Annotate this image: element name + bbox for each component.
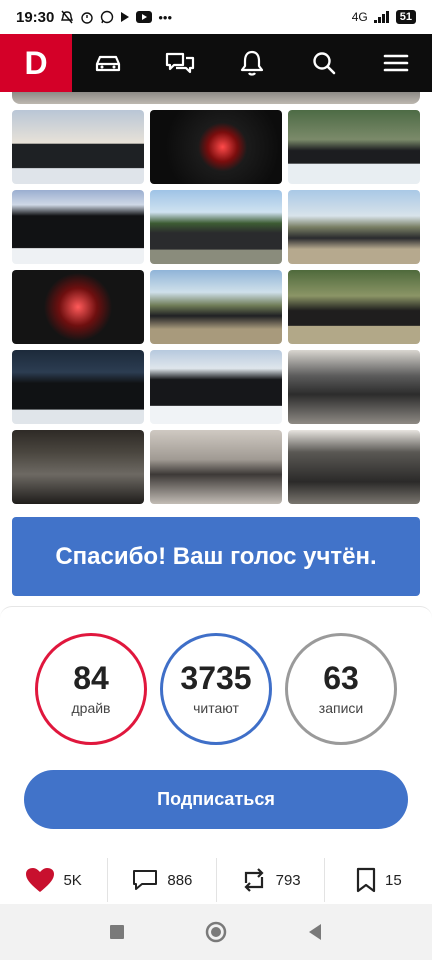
like-button[interactable]: 5K <box>0 858 109 902</box>
likes-count: 5K <box>63 871 82 889</box>
mute-icon <box>61 10 74 24</box>
photo-cargo-area[interactable] <box>288 430 420 504</box>
whatsapp-icon <box>101 10 114 24</box>
status-right: 4G 51 <box>352 10 416 24</box>
stat-readers[interactable]: 3735 читают <box>160 633 272 745</box>
repost-button[interactable]: 793 <box>217 858 325 902</box>
chat-icon <box>165 52 195 74</box>
battery-icon: 51 <box>395 10 416 24</box>
search-icon <box>313 52 336 75</box>
reposts-count: 793 <box>275 871 301 889</box>
nav-search[interactable] <box>288 34 360 92</box>
stat-drive-value: 84 <box>73 660 109 696</box>
photo-dashboard-red[interactable] <box>12 270 144 344</box>
system-navigation-bar <box>0 904 432 960</box>
home-icon[interactable] <box>205 921 227 943</box>
back-icon[interactable] <box>307 923 323 941</box>
top-navigation: D <box>0 34 432 92</box>
cover-photo-edge <box>12 92 420 104</box>
network-label: 4G <box>351 10 368 24</box>
photo-car-mountains[interactable] <box>288 190 420 264</box>
photo-infotainment-screen[interactable] <box>12 430 144 504</box>
photo-car-hills-roofbox[interactable] <box>150 270 282 344</box>
car-icon <box>95 55 121 72</box>
bookmarks-count: 15 <box>385 871 402 889</box>
stat-posts[interactable]: 63 записи <box>285 633 397 745</box>
comments-button[interactable]: 886 <box>108 858 217 902</box>
photo-car-forest-snow[interactable] <box>288 110 420 184</box>
photo-car-lake[interactable] <box>150 190 282 264</box>
drive2-logo[interactable]: D <box>0 34 72 92</box>
stat-drive-label: драйв <box>71 700 111 716</box>
comments-count: 886 <box>167 871 193 889</box>
stat-posts-label: записи <box>318 700 364 716</box>
nav-notifications[interactable] <box>216 34 288 92</box>
photo-car-rear-snow-trees[interactable] <box>150 350 282 424</box>
photo-interior-seats[interactable] <box>288 350 420 424</box>
nav-menu[interactable] <box>360 34 432 92</box>
more-icon: ••• <box>158 9 173 25</box>
recents-icon[interactable] <box>109 924 125 940</box>
heart-icon <box>26 868 55 892</box>
comment-icon <box>133 870 158 890</box>
repost-icon <box>244 868 264 892</box>
nav-cars[interactable] <box>72 34 144 92</box>
menu-icon <box>383 54 409 72</box>
nav-messages[interactable] <box>144 34 216 92</box>
subscribe-button[interactable]: Подписаться <box>24 770 408 829</box>
action-bar: 5K 886 793 15 <box>0 858 432 902</box>
alarm-icon <box>81 12 94 24</box>
photo-gallery <box>12 110 420 504</box>
photo-car-rear-snow[interactable] <box>12 190 144 264</box>
status-bar: 19:30 ••• 4G 51 <box>0 0 432 34</box>
stat-readers-value: 3735 <box>180 660 252 696</box>
signal-icon <box>373 11 389 23</box>
bell-icon <box>240 50 264 76</box>
stat-readers-label: читают <box>193 700 239 716</box>
status-notification-icons: ••• <box>60 10 172 25</box>
photo-speedometer[interactable] <box>150 110 282 184</box>
vote-confirmation-banner: Спасибо! Ваш голос учтён. <box>12 517 420 596</box>
bookmark-icon <box>356 867 376 893</box>
photo-console-buttons[interactable] <box>150 430 282 504</box>
photo-car-forest-road[interactable] <box>288 270 420 344</box>
youtube-icon <box>136 11 153 23</box>
bookmark-button[interactable]: 15 <box>325 858 432 902</box>
photo-car-front-gate[interactable] <box>12 350 144 424</box>
status-time: 19:30 <box>16 8 55 26</box>
photo-car-snow-sunset[interactable] <box>12 110 144 184</box>
play-icon <box>121 12 130 22</box>
stat-drive[interactable]: 84 драйв <box>35 633 147 745</box>
stat-posts-value: 63 <box>323 660 359 696</box>
